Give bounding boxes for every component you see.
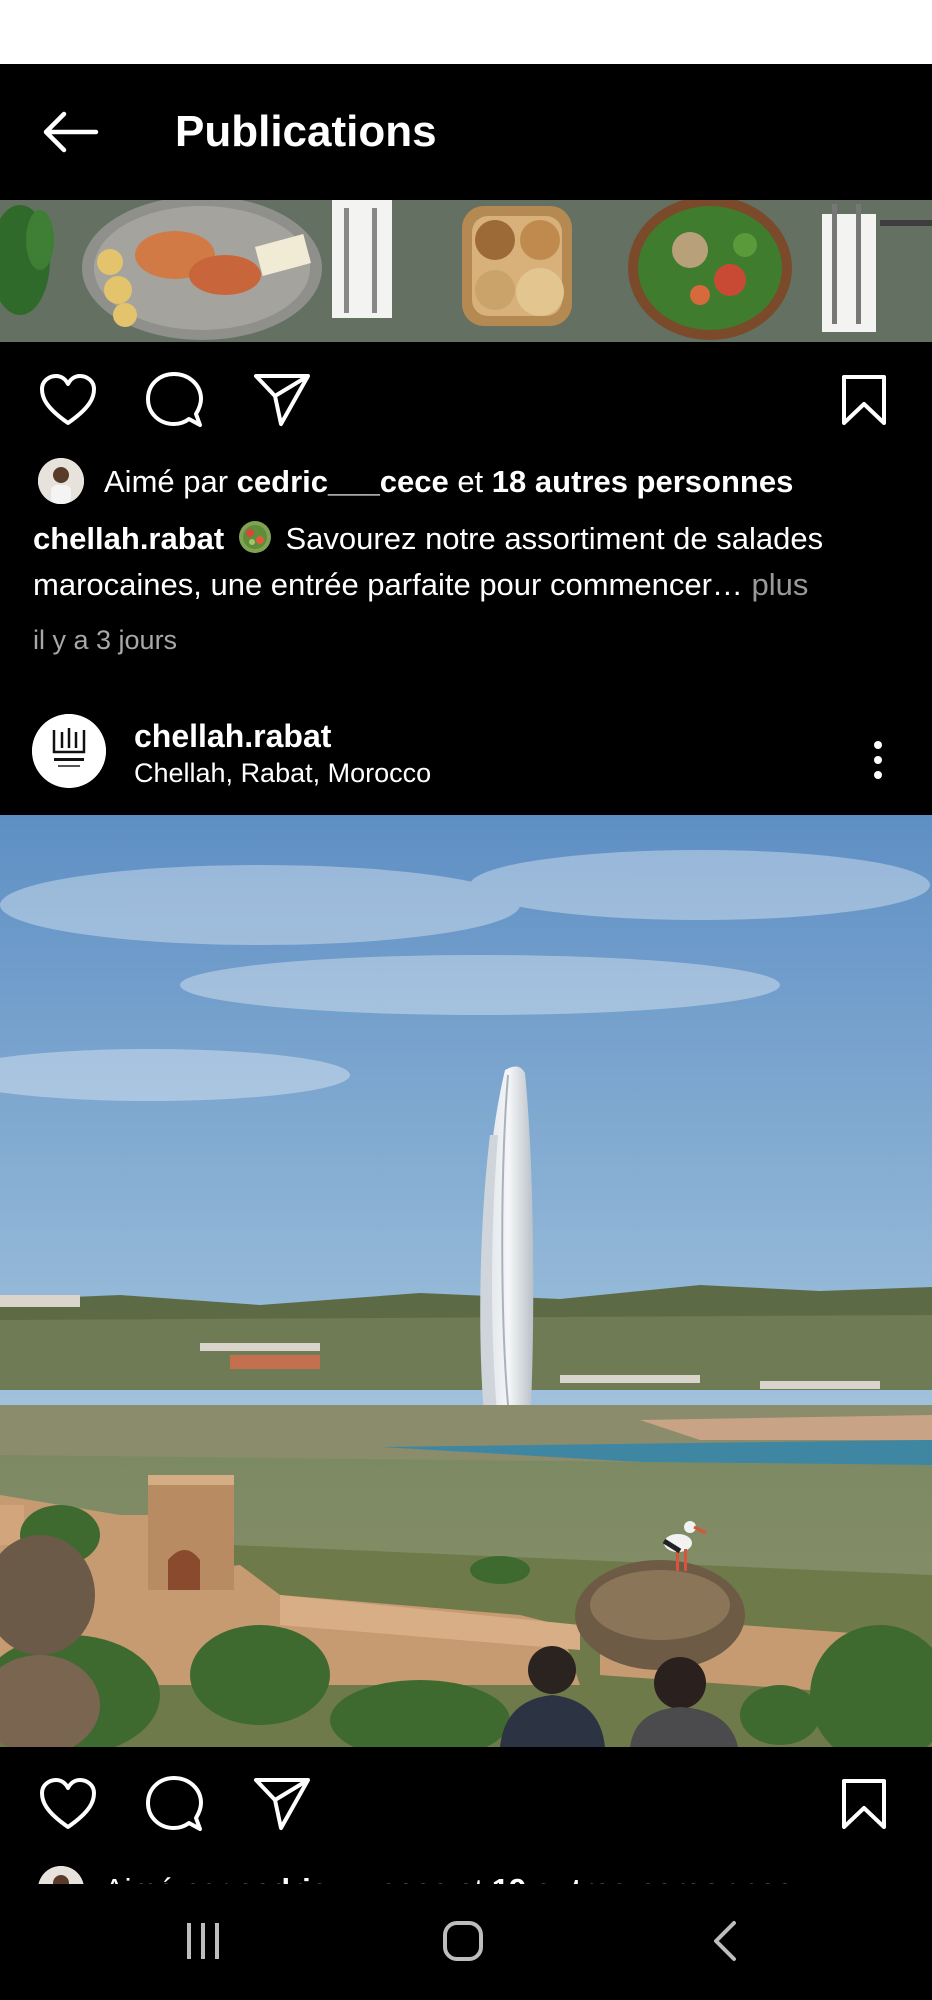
likes-middle: et: [449, 1872, 492, 1884]
save-button[interactable]: [832, 1772, 896, 1836]
comment-button[interactable]: [142, 1772, 206, 1836]
home-icon: [443, 1921, 483, 1961]
send-icon: [254, 374, 310, 426]
heart-icon: [40, 374, 96, 425]
liker-username[interactable]: cedric___cece: [237, 1872, 449, 1884]
post1-likes: Aimé par cedric___cece et 18 autres pers…: [0, 456, 932, 508]
salad-emoji-icon: [238, 521, 271, 553]
comment-icon: [146, 1776, 203, 1831]
chellah-logo: [32, 714, 106, 788]
like-button[interactable]: [36, 368, 100, 432]
share-button[interactable]: [250, 1772, 314, 1836]
likes-others[interactable]: 19 autres personnes: [492, 1872, 794, 1884]
save-button[interactable]: [832, 368, 896, 432]
post2-location[interactable]: Chellah, Rabat, Morocco: [134, 756, 431, 790]
liker-username[interactable]: cedric___cece: [237, 464, 449, 499]
comment-icon: [146, 372, 203, 427]
home-button[interactable]: [418, 1906, 508, 1976]
status-bar: [0, 0, 932, 64]
bookmark-icon: [842, 1779, 886, 1829]
comment-button[interactable]: [142, 368, 206, 432]
landscape-photo: [0, 815, 932, 1747]
post-image-landscape[interactable]: [0, 815, 932, 1747]
recent-apps-icon: [187, 1923, 219, 1959]
post1-caption: chellah.rabat Savourez notre assortiment…: [33, 516, 903, 608]
post2-username[interactable]: chellah.rabat: [134, 716, 331, 756]
caption-username[interactable]: chellah.rabat: [33, 521, 224, 556]
heart-icon: [40, 1778, 96, 1829]
like-button[interactable]: [36, 1772, 100, 1836]
likes-middle: et: [448, 464, 492, 499]
share-button[interactable]: [250, 368, 314, 432]
likes-text: Aimé par cedric___cece et 19 autres pers…: [104, 1870, 793, 1884]
profile-avatar[interactable]: [32, 714, 106, 788]
food-photo: [0, 200, 932, 342]
system-nav-bar: [0, 1884, 932, 2000]
likes-others[interactable]: 18 autres personnes: [492, 464, 794, 499]
post2-likes: Aimé par cedric___cece et 19 autres pers…: [0, 1862, 932, 1884]
chevron-left-icon: [714, 1921, 736, 1961]
recent-apps-button[interactable]: [158, 1906, 248, 1976]
liker-avatar[interactable]: [38, 458, 84, 504]
send-icon: [254, 1778, 310, 1830]
post1-actions: [0, 358, 932, 438]
app-header: Publications: [0, 64, 932, 200]
caption-more-link[interactable]: plus: [752, 567, 809, 602]
post-image-food[interactable]: [0, 200, 932, 342]
likes-text: Aimé par cedric___cece et 18 autres pers…: [104, 462, 793, 502]
page-title: Publications: [175, 107, 437, 156]
more-vertical-icon: [874, 741, 882, 779]
bookmark-icon: [842, 375, 886, 425]
arrow-left-icon: [43, 111, 99, 153]
likes-prefix: Aimé par: [104, 1872, 237, 1884]
likes-prefix: Aimé par: [104, 464, 237, 499]
post1-timestamp: il y a 3 jours: [33, 625, 178, 655]
post2-actions: [0, 1762, 932, 1842]
nav-back-button[interactable]: [680, 1906, 770, 1976]
back-button[interactable]: [30, 104, 110, 160]
post2-header: chellah.rabat Chellah, Rabat, Morocco: [0, 700, 932, 812]
liker-avatar[interactable]: [38, 1866, 84, 1884]
more-options-button[interactable]: [858, 730, 898, 790]
